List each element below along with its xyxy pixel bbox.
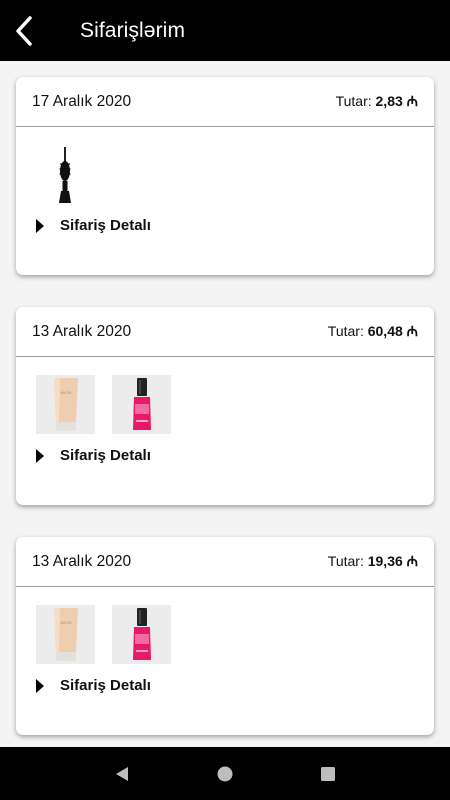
order-total: Tutar: 2,83 ₼ (336, 92, 418, 111)
order-total-value: 2,83 ₼ (375, 93, 418, 109)
order-total-label: Tutar: (335, 93, 372, 109)
nav-recents-button[interactable] (308, 754, 348, 794)
order-products (36, 145, 94, 205)
nav-back-button[interactable] (102, 754, 142, 794)
product-thumbnail[interactable] (112, 375, 171, 434)
order-total: Tutar: 60,48 ₼ (328, 322, 418, 341)
mascara-icon (59, 146, 71, 203)
order-total-value: 60,48 ₼ (367, 323, 418, 339)
nav-home-button[interactable] (205, 754, 245, 794)
caret-right-icon (36, 218, 44, 233)
order-card-header: 13 Aralık 2020 Tutar: 19,36 ₼ (16, 537, 434, 587)
nav-home-icon (217, 766, 233, 781)
order-products: AVON (36, 605, 171, 665)
order-card[interactable]: 13 Aralık 2020 Tutar: 60,48 ₼ AVON Sifar… (16, 307, 434, 505)
svg-text:AVON: AVON (60, 390, 71, 395)
cream-tube-icon: AVON (53, 377, 78, 431)
order-card[interactable]: 17 Aralık 2020 Tutar: 2,83 ₼ Sifariş Det… (16, 77, 434, 275)
order-date: 13 Aralık 2020 (32, 322, 132, 340)
cream-tube-icon: AVON (53, 607, 78, 661)
nav-recents-icon (321, 766, 336, 781)
back-button[interactable] (2, 0, 46, 61)
svg-text:AVON: AVON (60, 620, 71, 625)
product-thumbnail[interactable]: AVON (36, 605, 95, 664)
order-total-value: 19,36 ₼ (367, 553, 418, 569)
order-products: AVON (36, 375, 171, 435)
back-chevron-icon (16, 15, 32, 46)
order-date: 17 Aralık 2020 (32, 92, 132, 110)
order-card-header: 17 Aralık 2020 Tutar: 2,83 ₼ (16, 77, 434, 127)
nail-polish-icon (132, 607, 151, 660)
order-card-header: 13 Aralık 2020 Tutar: 60,48 ₼ (16, 307, 434, 357)
order-total: Tutar: 19,36 ₼ (328, 552, 418, 571)
page-title: Sifarişlərim (80, 18, 186, 42)
order-detail-label: Sifariş Detalı (60, 447, 151, 464)
order-card[interactable]: 13 Aralık 2020 Tutar: 19,36 ₼ AVON Sifar… (16, 537, 434, 735)
product-thumbnail[interactable] (36, 145, 94, 204)
caret-right-icon (36, 678, 44, 693)
order-detail-link[interactable]: Sifariş Detalı (36, 217, 151, 234)
caret-right-icon (36, 448, 44, 463)
order-detail-label: Sifariş Detalı (60, 677, 151, 694)
product-thumbnail[interactable]: AVON (36, 375, 95, 434)
order-detail-label: Sifariş Detalı (60, 217, 151, 234)
order-detail-link[interactable]: Sifariş Detalı (36, 677, 151, 694)
order-total-label: Tutar: (327, 553, 364, 569)
order-detail-link[interactable]: Sifariş Detalı (36, 447, 151, 464)
nav-back-icon (115, 766, 128, 781)
order-total-label: Tutar: (327, 323, 364, 339)
orders-list[interactable]: 17 Aralık 2020 Tutar: 2,83 ₼ Sifariş Det… (0, 61, 450, 747)
system-navigation-bar (0, 747, 450, 800)
order-date: 13 Aralık 2020 (32, 552, 132, 570)
nail-polish-icon (132, 377, 151, 430)
app-bar: Sifarişlərim (0, 0, 450, 61)
product-thumbnail[interactable] (112, 605, 171, 664)
